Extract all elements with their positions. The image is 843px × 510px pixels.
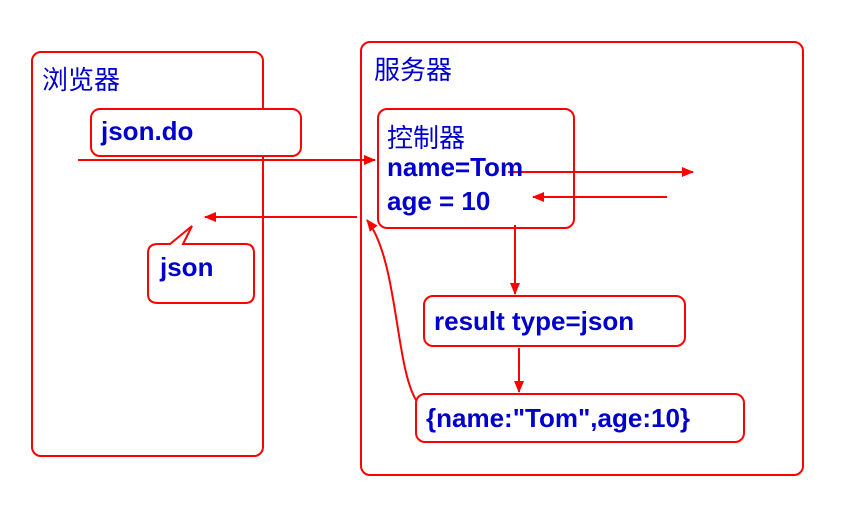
output-label: {name:"Tom",age:10}: [426, 403, 691, 433]
result-label: result type=json: [434, 306, 635, 336]
browser-title: 浏览器: [42, 66, 121, 96]
controller-line2: age = 10: [387, 186, 491, 216]
controller-line1: name=Tom: [387, 152, 524, 182]
controller-title: 控制器: [387, 124, 466, 154]
request-label: json.do: [101, 116, 194, 146]
response-label: json: [160, 252, 214, 282]
server-title: 服务器: [374, 56, 453, 86]
